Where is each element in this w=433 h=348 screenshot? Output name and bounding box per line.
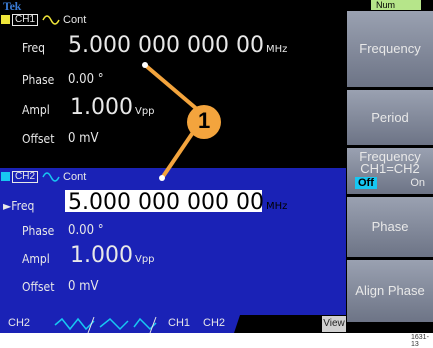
oscilloscope-screen: Tek Num CH1 Cont Freq 5.000 000 000 00 MH… bbox=[0, 0, 433, 333]
frequency-softkey-label: Frequency bbox=[359, 41, 421, 56]
period-softkey-label: Period bbox=[371, 110, 409, 125]
freq-eq-subtitle: CH1=CH2 bbox=[360, 161, 420, 176]
phase-softkey[interactable]: Phase bbox=[347, 197, 433, 257]
frequency-softkey[interactable]: Frequency bbox=[347, 11, 433, 87]
callout-number: 1 bbox=[198, 108, 211, 133]
phase-softkey-label: Phase bbox=[371, 219, 409, 234]
align-phase-softkey-label: Align Phase bbox=[355, 283, 425, 298]
num-label: Num bbox=[376, 0, 396, 10]
figure-id: 1631-13 bbox=[411, 334, 429, 348]
num-indicator: Num bbox=[371, 0, 421, 10]
freq-ch1-eq-ch2-softkey[interactable]: Frequency CH1=CH2 Off On bbox=[347, 148, 433, 194]
align-phase-softkey[interactable]: Align Phase bbox=[347, 260, 433, 322]
on-option[interactable]: On bbox=[410, 177, 425, 189]
callout-overlay bbox=[142, 62, 221, 181]
period-softkey[interactable]: Period bbox=[347, 90, 433, 145]
off-option[interactable]: Off bbox=[355, 177, 377, 189]
softkey-menu: Frequency Period Frequency CH1=CH2 Off O… bbox=[346, 11, 433, 322]
